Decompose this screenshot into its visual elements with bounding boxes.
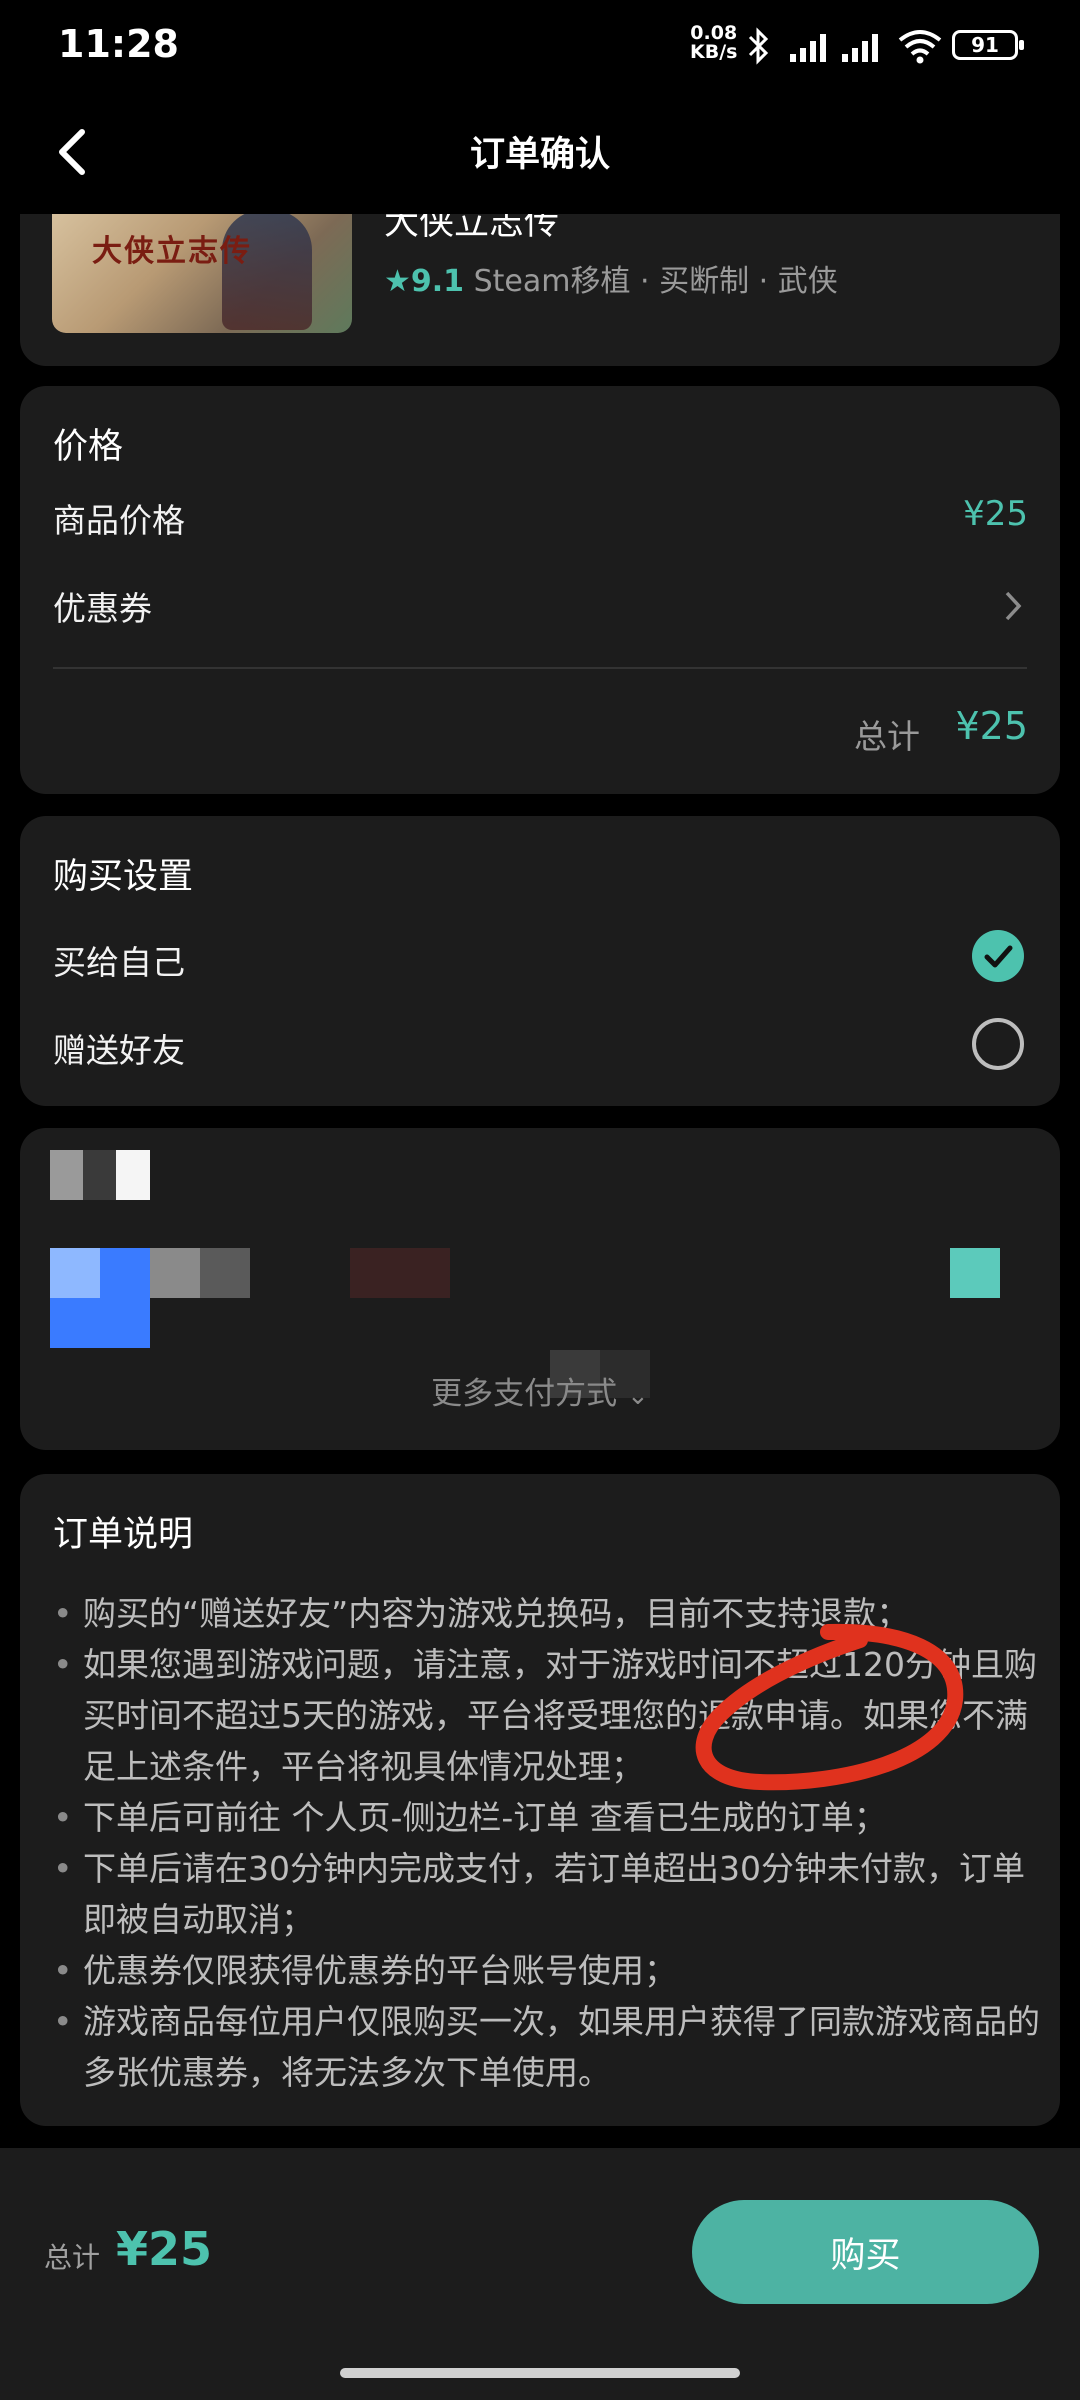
price-card: 价格 商品价格 ¥25 优惠券 总计 ¥25 [20,386,1060,794]
bottom-action-bar: 总计 ¥25 购买 [0,2148,1080,2400]
product-price-label: 商品价格 [53,501,185,540]
option-gift-friend[interactable]: 赠送好友 [20,1006,1060,1086]
coupon-label: 优惠券 [53,589,152,628]
purchase-section-title: 购买设置 [53,857,194,897]
chevron-right-icon [1005,591,1022,621]
status-bar: 11:28 0.08 KB/s 91 [0,0,1080,90]
price-divider [53,667,1027,669]
more-payment-methods[interactable]: 更多支付方式 ⌄ [20,1368,1060,1413]
payment-section-title-pixelated [50,1150,150,1200]
top-nav-bar: 订单确认 [0,90,1080,214]
notes-item: 游戏商品每位用户仅限购买一次，如果用户获得了同款游戏商品的多张优惠券，将无法多次… [53,1996,1043,2098]
notes-item: 下单后请在30分钟内完成支付，若订单超出30分钟未付款，订单即被自动取消； [53,1843,1043,1945]
status-time: 11:28 [58,22,179,66]
game-cover-image: 大侠立志传 [52,200,352,333]
option-label: 赠送好友 [53,1031,185,1070]
network-speed: 0.08 KB/s [690,24,737,62]
notes-item: 下单后可前往 个人页-侧边栏-订单 查看已生成的订单； [53,1792,1043,1843]
product-price-value: ¥25 [963,494,1028,534]
price-total-label: 总计 [854,717,920,756]
buy-button[interactable]: 购买 [692,2200,1039,2304]
wifi-icon [898,30,942,64]
game-info-card[interactable]: 大侠立志传 大侠立志传 ★9.1 Steam移植 · 买断制 · 武侠 [20,200,1060,366]
payment-selected-pixelated[interactable] [950,1248,1000,1298]
notes-list: 购买的“赠送好友”内容为游戏兑换码，目前不支持退款； 如果您遇到游戏问题，请注意… [53,1588,1043,2098]
coupon-row[interactable]: 优惠券 [20,562,1060,642]
bottom-total-value: ¥25 [116,2222,213,2276]
more-payment-label: 更多支付方式 [431,1376,618,1412]
page-title: 订单确认 [469,135,610,175]
purchase-settings-card: 购买设置 买给自己 赠送好友 [20,816,1060,1106]
checked-radio-icon[interactable] [972,930,1024,982]
payment-methods-card: 更多支付方式 ⌄ [20,1128,1060,1450]
signal-icon [790,34,826,62]
cover-title-text: 大侠立志传 [92,234,252,269]
payment-tag-pixelated [350,1248,450,1298]
home-indicator[interactable] [340,2368,740,2378]
rating-star-icon: ★ [384,264,411,299]
unchecked-radio-icon[interactable] [972,1018,1024,1070]
game-tags: Steam移植 · 买断制 · 武侠 [473,264,838,299]
speed-unit: KB/s [690,41,738,63]
option-label: 买给自己 [53,943,185,982]
signal-hd-icon [842,34,878,62]
option-buy-for-self[interactable]: 买给自己 [20,916,1060,996]
payment-name-pixelated [150,1248,250,1298]
notes-section-title: 订单说明 [53,1515,194,1555]
bottom-total-label: 总计 [44,2241,101,2274]
chevron-down-icon: ⌄ [627,1381,649,1411]
game-meta: ★9.1 Steam移植 · 买断制 · 武侠 [384,256,838,300]
bluetooth-icon [748,27,769,65]
battery-indicator: 91 [952,30,1024,60]
order-notes-card: 订单说明 购买的“赠送好友”内容为游戏兑换码，目前不支持退款； 如果您遇到游戏问… [20,1474,1060,2126]
notes-item: 优惠券仅限获得优惠券的平台账号使用； [53,1945,1043,1996]
notes-item: 如果您遇到游戏问题，请注意，对于游戏时间不超过120分钟且购买时间不超过5天的游… [53,1639,1043,1792]
notes-item: 购买的“赠送好友”内容为游戏兑换码，目前不支持退款； [53,1588,1043,1639]
price-section-title: 价格 [53,427,124,467]
game-rating: 9.1 [410,264,465,299]
order-confirm-screen: 11:28 0.08 KB/s 91 大侠立志传 大侠立志传 ★9.1 Stea… [0,0,1080,2400]
price-total-value: ¥25 [955,704,1028,748]
alipay-logo-pixelated [50,1248,150,1348]
